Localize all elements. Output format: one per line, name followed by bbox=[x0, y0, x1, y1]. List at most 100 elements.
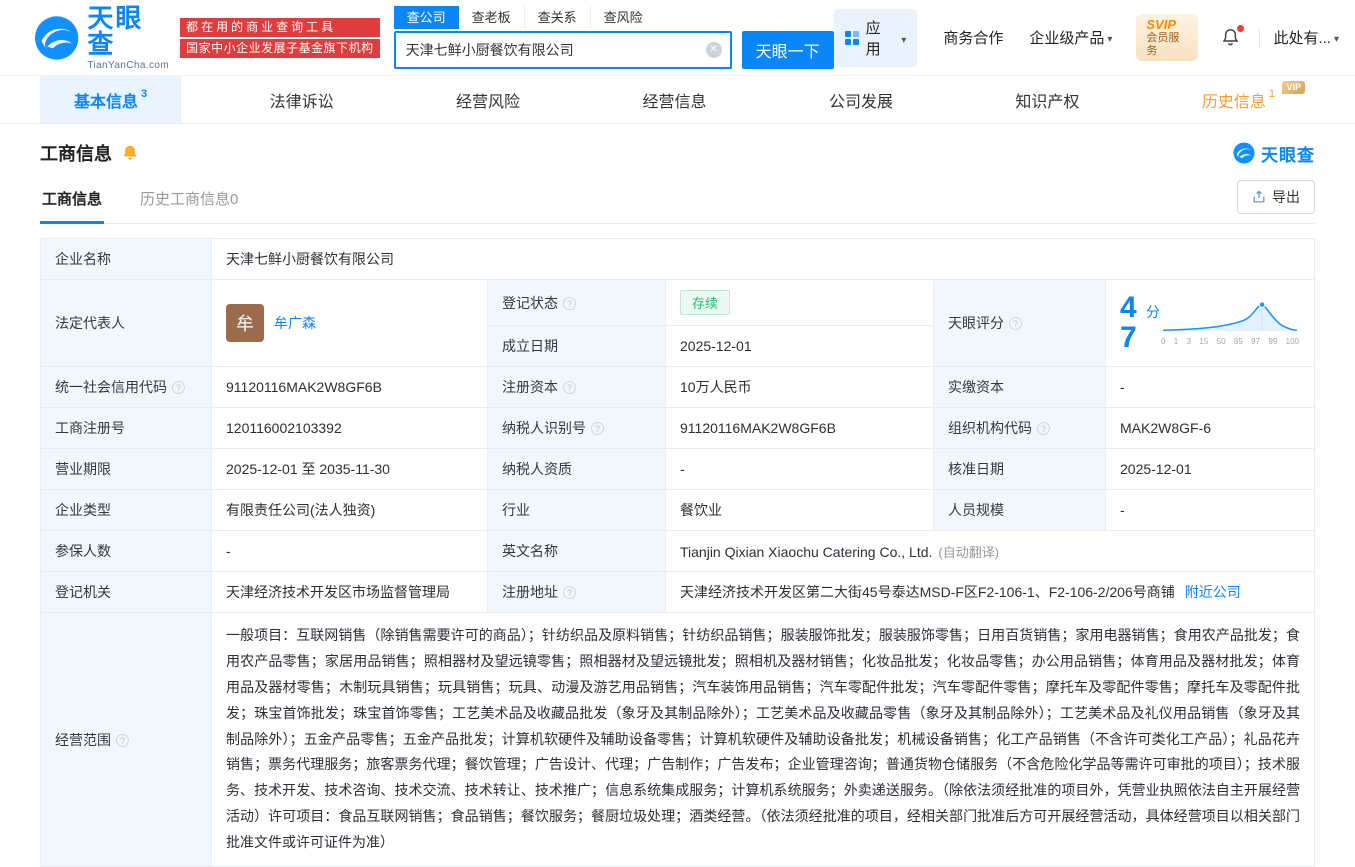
tab-operating-risk[interactable]: 经营风险 bbox=[422, 76, 554, 123]
apps-menu[interactable]: 应用 bbox=[833, 8, 918, 67]
search-tab-risk[interactable]: 查风险 bbox=[589, 6, 656, 29]
tab-company-development[interactable]: 公司发展 bbox=[795, 76, 927, 123]
business-cooperation-link[interactable]: 商务合作 bbox=[943, 27, 1003, 48]
establish-date-label: 成立日期 bbox=[487, 325, 666, 367]
reg-authority-label: 登记机关 bbox=[40, 571, 212, 613]
subtab-business-info[interactable]: 工商信息 bbox=[40, 182, 105, 224]
search-input[interactable] bbox=[393, 31, 732, 69]
search-tab-company[interactable]: 查公司 bbox=[393, 6, 459, 29]
notifications-button[interactable] bbox=[1220, 25, 1244, 48]
score-label: 天眼评分 bbox=[933, 279, 1106, 367]
tab-legal-proceedings[interactable]: 法律诉讼 bbox=[236, 76, 368, 123]
legal-rep-avatar[interactable]: 牟 bbox=[226, 304, 264, 342]
chevron-down-icon bbox=[898, 30, 906, 46]
business-info-table: 企业名称 天津七鲜小厨餐饮有限公司 法定代表人 牟 牟广森 登记状态 存续 天眼… bbox=[40, 238, 1315, 867]
company-name-value: 天津七鲜小厨餐饮有限公司 bbox=[211, 238, 1315, 280]
business-info-section: 工商信息 天眼查 工商信息 历史工商信息0 导出 企业名称 天津七鲜小厨餐饮有限… bbox=[0, 124, 1355, 867]
business-term-value: 2025-12-01 至 2035-11-30 bbox=[211, 448, 488, 490]
nearby-companies-link[interactable]: 附近公司 bbox=[1185, 584, 1241, 600]
industry-label: 行业 bbox=[487, 489, 666, 531]
legal-rep-label: 法定代表人 bbox=[40, 279, 212, 367]
brand-name: 天眼查 bbox=[87, 2, 144, 59]
tab-basic-info[interactable]: 基本信息 3 bbox=[40, 76, 182, 123]
reg-number-value: 120116002103392 bbox=[211, 407, 488, 449]
svip-membership-button[interactable]: SVIP 会员服务 bbox=[1136, 13, 1198, 62]
tianyancha-watermark: 天眼查 bbox=[1233, 141, 1315, 166]
table-row: 登记机关 天津经济技术开发区市场监督管理局 注册地址 天津经济技术开发区第二大街… bbox=[40, 571, 1315, 613]
chevron-down-icon bbox=[1104, 29, 1112, 46]
paid-capital-value: - bbox=[1105, 366, 1315, 408]
establish-date-value: 2025-12-01 bbox=[665, 325, 934, 367]
tab-operating-info[interactable]: 经营信息 bbox=[608, 76, 740, 123]
taxpayer-quality-value: - bbox=[665, 448, 934, 490]
status-badge: 存续 bbox=[680, 290, 731, 315]
reg-number-label: 工商注册号 bbox=[40, 407, 212, 449]
table-row: 经营范围 一般项目：互联网销售（除销售需要许可的商品）；针纺织品及原料销售；针纺… bbox=[40, 611, 1315, 867]
search-tab-boss[interactable]: 查老板 bbox=[459, 6, 524, 29]
tianyancha-logo[interactable]: 天眼查 TianYanCha.com bbox=[34, 5, 170, 71]
english-name-value: Tianjin Qixian Xiaochu Catering Co., Ltd… bbox=[665, 530, 1315, 572]
search-area: 查公司 查老板 查关系 查风险 天眼一下 bbox=[393, 6, 834, 69]
table-row: 企业类型 有限责任公司(法人独资) 行业 餐饮业 人员规模 - bbox=[40, 489, 1315, 531]
auto-translate-note: (自动翻译) bbox=[938, 544, 1000, 560]
table-row: 法定代表人 牟 牟广森 登记状态 存续 天眼评分 47分 bbox=[40, 279, 1315, 367]
help-icon[interactable] bbox=[1009, 317, 1022, 330]
subtab-history-business-info[interactable]: 历史工商信息0 bbox=[138, 182, 240, 223]
tab-badge: 3 bbox=[141, 87, 148, 100]
help-icon[interactable] bbox=[563, 296, 576, 310]
user-account-menu[interactable]: 此处有... bbox=[1273, 27, 1339, 48]
subscribe-bell-icon[interactable] bbox=[121, 144, 139, 162]
table-row: 营业期限 2025-12-01 至 2035-11-30 纳税人资质 - 核准日… bbox=[40, 448, 1315, 490]
approval-date-value: 2025-12-01 bbox=[1105, 448, 1315, 490]
score-value: 47 分 bbox=[1120, 291, 1160, 354]
business-scope-label: 经营范围 bbox=[40, 611, 212, 867]
tab-intellectual-property[interactable]: 知识产权 bbox=[981, 76, 1113, 123]
table-row: 统一社会信用代码 91120116MAK2W8GF6B 注册资本 10万人民币 … bbox=[40, 366, 1315, 408]
header-menu: 应用 商务合作 企业级产品 SVIP 会员服务 此处有... bbox=[833, 8, 1339, 67]
help-icon[interactable] bbox=[1037, 422, 1050, 435]
legal-rep-cell: 牟 牟广森 bbox=[211, 279, 488, 367]
help-icon[interactable] bbox=[116, 733, 129, 747]
staff-size-label: 人员规模 bbox=[933, 489, 1106, 531]
help-icon[interactable] bbox=[563, 586, 576, 599]
industry-value: 餐饮业 bbox=[665, 489, 934, 531]
clear-search-icon[interactable] bbox=[705, 42, 722, 58]
legal-rep-link[interactable]: 牟广森 bbox=[274, 313, 316, 333]
business-scope-value: 一般项目：互联网销售（除销售需要许可的商品）；针纺织品及原料销售；针纺织品销售；… bbox=[211, 611, 1315, 867]
reg-capital-label: 注册资本 bbox=[487, 366, 666, 408]
export-button[interactable]: 导出 bbox=[1237, 180, 1315, 214]
credit-code-label: 统一社会信用代码 bbox=[40, 366, 212, 408]
section-title: 工商信息 bbox=[40, 144, 112, 164]
search-type-tabs: 查公司 查老板 查关系 查风险 bbox=[393, 6, 834, 29]
brand-slogan: 都在用的商业查询工具 国家中小企业发展子基金旗下机构 bbox=[180, 17, 380, 58]
tianyancha-logo-icon bbox=[1233, 142, 1255, 164]
reg-status-label: 登记状态 bbox=[487, 279, 666, 326]
header: 天眼查 TianYanCha.com 都在用的商业查询工具 国家中小企业发展子基… bbox=[0, 0, 1355, 76]
slogan-line-2: 国家中小企业发展子基金旗下机构 bbox=[180, 38, 380, 58]
search-tab-relation[interactable]: 查关系 bbox=[523, 6, 590, 29]
company-type-value: 有限责任公司(法人独资) bbox=[211, 489, 488, 531]
reg-authority-value: 天津经济技术开发区市场监督管理局 bbox=[211, 571, 488, 613]
tab-history-info[interactable]: 历史信息 1 VIP bbox=[1168, 76, 1315, 123]
staff-size-value: - bbox=[1105, 489, 1315, 531]
tianyancha-logo-icon bbox=[34, 15, 79, 60]
search-button[interactable]: 天眼一下 bbox=[741, 31, 834, 69]
company-type-label: 企业类型 bbox=[40, 489, 212, 531]
chevron-down-icon bbox=[1331, 29, 1339, 46]
help-icon[interactable] bbox=[172, 381, 185, 394]
svip-subtitle: 会员服务 bbox=[1146, 32, 1180, 58]
tab-badge: 1 bbox=[1268, 87, 1275, 100]
vip-tag: VIP bbox=[1282, 81, 1305, 94]
org-code-label: 组织机构代码 bbox=[933, 407, 1106, 449]
paid-capital-label: 实缴资本 bbox=[933, 366, 1106, 408]
score-axis: 0 1 3 15 50 85 97 99 100 bbox=[1161, 337, 1299, 346]
apps-label: 应用 bbox=[865, 19, 881, 58]
reg-address-label: 注册地址 bbox=[487, 571, 666, 613]
taxpayer-id-label: 纳税人识别号 bbox=[487, 407, 666, 449]
enterprise-products-menu[interactable]: 企业级产品 bbox=[1029, 27, 1112, 48]
taxpayer-id-value: 91120116MAK2W8GF6B bbox=[665, 407, 934, 449]
help-icon[interactable] bbox=[591, 422, 604, 435]
help-icon[interactable] bbox=[563, 381, 576, 394]
reg-capital-value: 10万人民币 bbox=[665, 366, 934, 408]
brand-domain: TianYanCha.com bbox=[87, 59, 170, 71]
